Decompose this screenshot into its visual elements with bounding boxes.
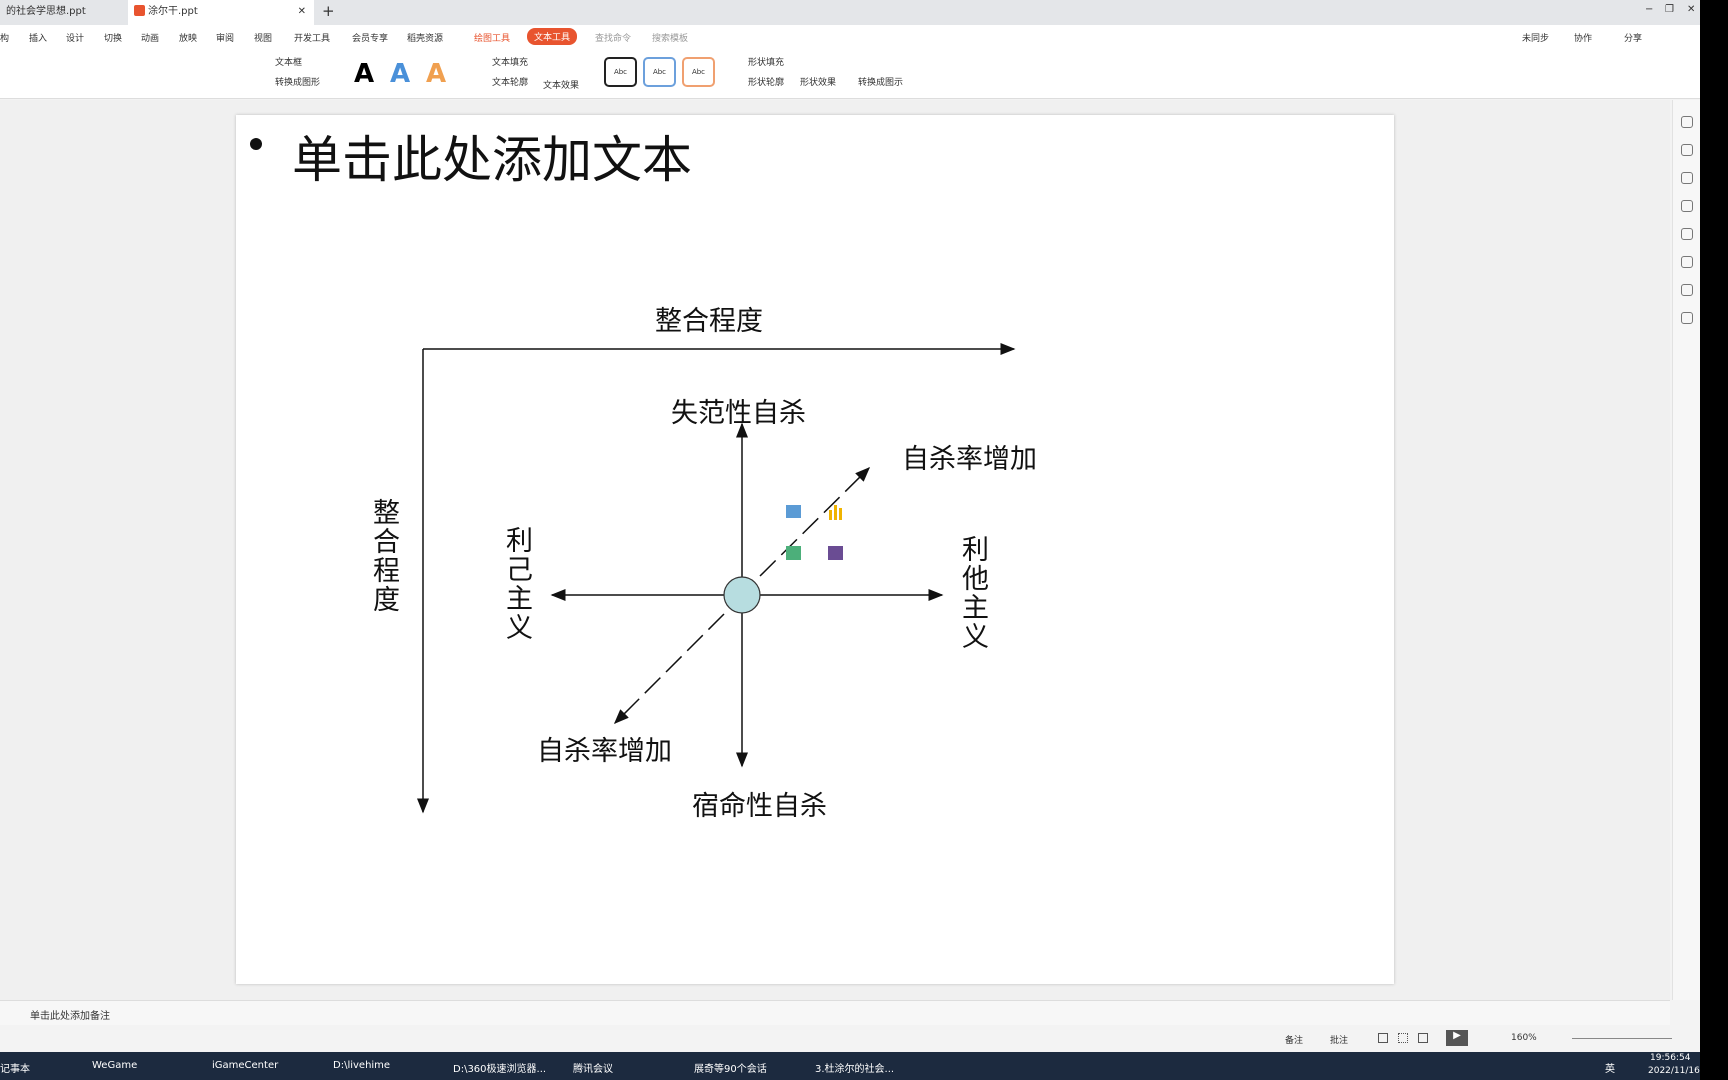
taskbar-folder-livehime[interactable]: D:\livehime: [333, 1060, 390, 1071]
sidebar-icon[interactable]: [1680, 116, 1693, 128]
sidebar-icon[interactable]: [1680, 256, 1693, 268]
reading-view-icon[interactable]: [1418, 1033, 1428, 1043]
diagram: [417, 343, 1016, 814]
zoom-slider[interactable]: [1572, 1038, 1672, 1039]
input-language[interactable]: 英: [1605, 1060, 1615, 1075]
notes-toggle-button[interactable]: 备注: [1285, 1033, 1303, 1046]
insert-picture-icon[interactable]: [786, 505, 801, 518]
sidebar-icon[interactable]: [1680, 312, 1693, 324]
diagonal-down-arrow: [613, 613, 725, 725]
diagonal-up-label: 自杀率增加: [902, 444, 1037, 475]
diagonal-down-label: 自杀率增加: [537, 736, 672, 767]
notes-placeholder[interactable]: 单击此处添加备注: [30, 1011, 110, 1022]
right-arrow-label: 利他主义: [957, 535, 988, 651]
clock-time[interactable]: 19:56:54: [1650, 1053, 1690, 1063]
insert-chart-icon[interactable]: [829, 505, 842, 520]
status-bar: 备注 批注 ▶ 160%: [0, 1025, 1700, 1052]
sidebar-icon[interactable]: [1680, 284, 1693, 296]
diagonal-up-arrow: [759, 466, 871, 577]
top-axis-label: 整合程度: [655, 306, 763, 337]
clock-date[interactable]: 2022/11/16: [1648, 1066, 1700, 1076]
taskbar-notepad[interactable]: 记事本: [0, 1060, 30, 1075]
taskbar-wps[interactable]: 3.杜涂尔的社会...: [815, 1060, 894, 1075]
taskbar-igamecenter[interactable]: iGameCenter: [212, 1060, 278, 1071]
insert-video-icon[interactable]: [828, 546, 843, 560]
left-axis-label: 整合程度: [368, 498, 399, 614]
zoom-level[interactable]: 160%: [1511, 1033, 1537, 1043]
center-circle[interactable]: [723, 576, 761, 614]
sidebar-icon[interactable]: [1680, 200, 1693, 212]
taskbar: 记事本 WeGame iGameCenter D:\livehime D:\36…: [0, 1052, 1700, 1080]
notes-pane[interactable]: 单击此处添加备注: [0, 1000, 1670, 1025]
taskbar-chat[interactable]: 展奇等90个会话: [694, 1060, 767, 1075]
sidebar-icon[interactable]: [1680, 144, 1693, 156]
sorter-view-icon[interactable]: [1398, 1033, 1408, 1043]
taskbar-folder-360[interactable]: D:\360极速浏览器...: [453, 1060, 546, 1075]
normal-view-icon[interactable]: [1378, 1033, 1388, 1043]
left-arrow-label: 利己主义: [501, 526, 532, 642]
right-sidebar: [1672, 100, 1700, 1000]
down-label: 宿命性自杀: [692, 791, 827, 822]
sidebar-icon[interactable]: [1680, 172, 1693, 184]
play-slideshow-icon[interactable]: ▶: [1446, 1030, 1468, 1046]
taskbar-tencent-meeting[interactable]: 腾讯会议: [573, 1060, 613, 1075]
sidebar-icon[interactable]: [1680, 228, 1693, 240]
comment-button[interactable]: 批注: [1330, 1033, 1348, 1046]
up-label: 失范性自杀: [671, 398, 806, 429]
taskbar-wegame[interactable]: WeGame: [92, 1060, 137, 1071]
insert-table-icon[interactable]: [786, 546, 801, 560]
wps-window: 的社会学思想.ppt 涂尔干.ppt ✕ + − ❐ ✕ 构 插入 设计 切换 动…: [0, 0, 1700, 1080]
